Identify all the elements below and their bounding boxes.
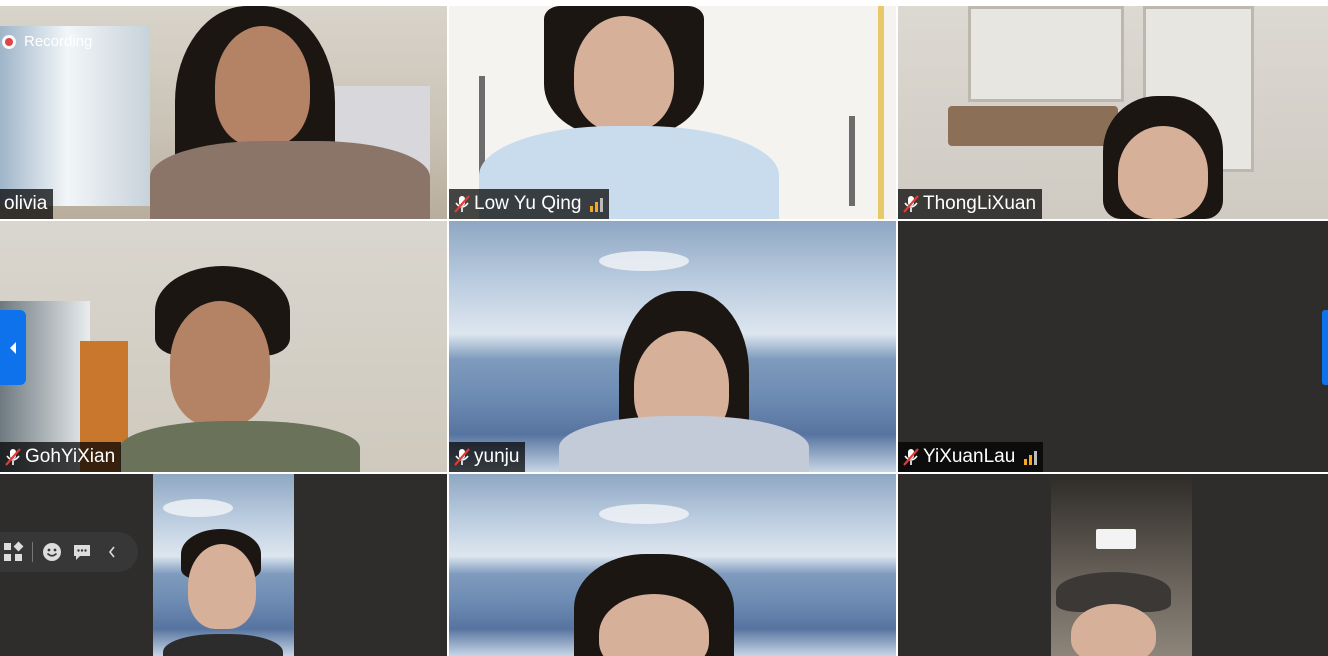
video-feed <box>0 221 447 472</box>
signal-strength-icon <box>590 196 604 212</box>
video-feed <box>449 221 896 472</box>
participant-name: Low Yu Qing <box>474 193 582 214</box>
participant-name-label: YiXuanLau <box>898 442 1044 472</box>
collapse-toolbar-button[interactable] <box>101 541 123 563</box>
video-tile-participant-8[interactable] <box>449 474 896 656</box>
microphone-muted-icon <box>903 448 919 466</box>
video-feed <box>449 6 896 219</box>
apps-icon <box>4 541 24 561</box>
recording-label: Recording <box>24 33 93 50</box>
video-feed <box>449 474 896 656</box>
participant-name-label: yunju <box>449 442 526 472</box>
video-feed <box>153 474 294 656</box>
video-feed <box>1051 474 1192 656</box>
toolbar-divider <box>32 542 33 562</box>
video-tile-thonglixuan[interactable]: ThongLiXuan <box>898 6 1328 219</box>
participant-name: olivia <box>4 193 48 214</box>
microphone-muted-icon <box>454 448 470 466</box>
video-tile-olivia[interactable]: Recording olivia <box>0 6 447 219</box>
video-tile-yixuanlau[interactable]: YiXuanLau <box>898 221 1328 472</box>
video-tile-participant-9[interactable] <box>898 474 1328 656</box>
signal-strength-icon <box>1024 449 1038 465</box>
participant-name-label: Low Yu Qing <box>449 189 610 219</box>
chat-button[interactable] <box>71 541 93 563</box>
recording-indicator: Recording <box>2 33 92 50</box>
chevron-left-icon <box>108 546 115 558</box>
chat-icon <box>74 545 90 560</box>
participant-name-label: GohYiXian <box>0 442 122 472</box>
video-feed <box>898 6 1328 219</box>
previous-page-button[interactable] <box>0 310 26 385</box>
participant-name-label: olivia <box>0 189 54 219</box>
recording-dot-icon <box>2 34 16 49</box>
next-page-button[interactable] <box>1322 310 1328 385</box>
chevron-left-icon <box>10 341 16 354</box>
microphone-muted-icon <box>903 195 919 213</box>
video-tile-gohyixian[interactable]: GohYiXian <box>0 221 447 472</box>
video-tile-low-yu-qing[interactable]: Low Yu Qing <box>449 6 896 219</box>
smiley-icon <box>43 543 61 561</box>
floating-toolbar <box>0 532 138 572</box>
reactions-button[interactable] <box>41 541 63 563</box>
video-tile-yunju[interactable]: yunju <box>449 221 896 472</box>
participant-name: GohYiXian <box>25 446 116 467</box>
microphone-muted-icon <box>5 448 21 466</box>
microphone-muted-icon <box>454 195 470 213</box>
participant-name: YiXuanLau <box>923 446 1016 467</box>
apps-button[interactable] <box>2 541 24 563</box>
participant-name: ThongLiXuan <box>923 193 1037 214</box>
meeting-gallery-view: Recording olivia Low Yu Qing ThongLiXuan… <box>0 0 1328 656</box>
participant-name-label: ThongLiXuan <box>898 189 1043 219</box>
participant-name: yunju <box>474 446 520 467</box>
